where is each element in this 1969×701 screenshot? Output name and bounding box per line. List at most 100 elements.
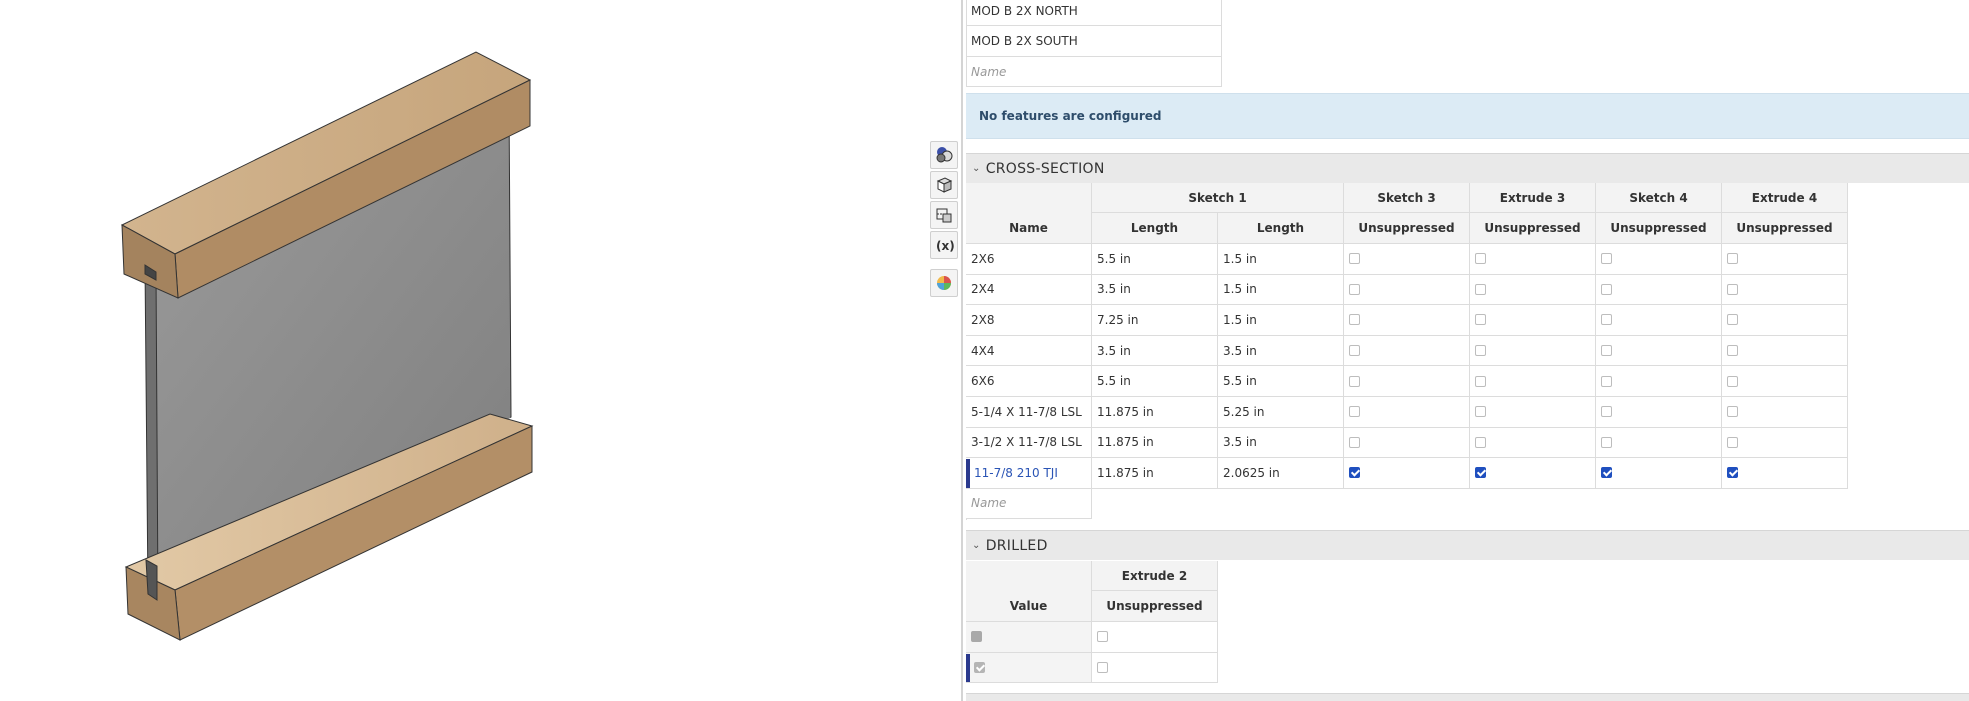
- suppression-checkbox[interactable]: [1349, 467, 1360, 479]
- suppression-cell[interactable]: [1344, 305, 1470, 336]
- suppression-checkbox[interactable]: [1475, 253, 1486, 265]
- length-value-cell[interactable]: 2.0625 in: [1218, 458, 1344, 489]
- suppression-checkbox[interactable]: [1601, 345, 1612, 357]
- suppression-cell[interactable]: [1596, 458, 1722, 489]
- appearance-icon[interactable]: [930, 141, 958, 169]
- row-name-cell[interactable]: 3-1/2 X 11-7/8 LSL: [966, 427, 1092, 459]
- suppression-checkbox[interactable]: [1475, 314, 1486, 326]
- suppression-checkbox[interactable]: [1727, 406, 1738, 418]
- suppression-checkbox[interactable]: [1349, 253, 1360, 265]
- length-value-cell[interactable]: 3.5 in: [1218, 427, 1344, 459]
- row-name-cell[interactable]: 2X4: [966, 274, 1092, 306]
- graphics-viewport[interactable]: [0, 0, 960, 701]
- suppression-checkbox[interactable]: [1475, 436, 1486, 448]
- suppression-checkbox[interactable]: [1601, 467, 1612, 479]
- suppression-cell[interactable]: [1596, 274, 1722, 306]
- suppression-checkbox[interactable]: [1349, 314, 1360, 326]
- suppression-checkbox[interactable]: [1727, 345, 1738, 357]
- name-input[interactable]: Name: [966, 488, 1092, 519]
- suppression-checkbox[interactable]: [1475, 375, 1486, 387]
- render-palette-icon[interactable]: [930, 269, 958, 297]
- suppression-cell[interactable]: [1344, 366, 1470, 397]
- suppression-cell[interactable]: [1596, 244, 1722, 275]
- row-name-cell[interactable]: 2X6: [966, 244, 1092, 275]
- name-input[interactable]: Name: [966, 57, 1222, 87]
- suppression-checkbox[interactable]: [1601, 314, 1612, 326]
- suppression-checkbox[interactable]: [1727, 314, 1738, 326]
- row-name-cell[interactable]: 4X4: [966, 335, 1092, 367]
- suppression-cell[interactable]: [1344, 458, 1470, 489]
- suppression-checkbox[interactable]: [1475, 283, 1486, 295]
- suppression-cell[interactable]: [1596, 427, 1722, 459]
- row-name-cell[interactable]: 2X8: [966, 305, 1092, 336]
- suppression-checkbox[interactable]: [1475, 345, 1486, 357]
- suppression-cell[interactable]: [1722, 305, 1848, 336]
- value-cell[interactable]: [966, 622, 1092, 653]
- length-value-cell[interactable]: 3.5 in: [1092, 274, 1218, 306]
- length-value-cell[interactable]: 11.875 in: [1092, 458, 1218, 489]
- suppression-checkbox[interactable]: [1475, 406, 1486, 418]
- row-name-cell[interactable]: 11-7/8 210 TJI: [966, 458, 1092, 489]
- suppression-checkbox[interactable]: [1601, 436, 1612, 448]
- drilled-header[interactable]: ⌄ DRILLED: [966, 530, 1969, 560]
- suppression-checkbox[interactable]: [1097, 661, 1108, 673]
- suppression-cell[interactable]: [1092, 652, 1218, 683]
- suppression-cell[interactable]: [1470, 366, 1596, 397]
- suppression-cell[interactable]: [1596, 397, 1722, 428]
- suppression-cell[interactable]: [1470, 335, 1596, 367]
- config-row[interactable]: MOD B 2X NORTH: [966, 0, 1222, 26]
- suppression-cell[interactable]: [1596, 305, 1722, 336]
- suppression-cell[interactable]: [1722, 335, 1848, 367]
- suppression-checkbox[interactable]: [1475, 467, 1486, 479]
- section-view-icon[interactable]: [930, 201, 958, 229]
- suppression-checkbox[interactable]: [1727, 436, 1738, 448]
- length-value-cell[interactable]: 3.5 in: [1218, 335, 1344, 367]
- length-value-cell[interactable]: 5.5 in: [1092, 366, 1218, 397]
- suppression-checkbox[interactable]: [1349, 345, 1360, 357]
- length-value-cell[interactable]: 11.875 in: [1092, 427, 1218, 459]
- length-value-cell[interactable]: 5.5 in: [1092, 244, 1218, 275]
- suppression-cell[interactable]: [1470, 427, 1596, 459]
- suppression-checkbox[interactable]: [1349, 406, 1360, 418]
- suppression-checkbox[interactable]: [1601, 375, 1612, 387]
- suppression-cell[interactable]: [1470, 458, 1596, 489]
- length-value-cell[interactable]: 1.5 in: [1218, 274, 1344, 306]
- suppression-cell[interactable]: [1344, 274, 1470, 306]
- suppression-cell[interactable]: [1596, 335, 1722, 367]
- suppression-cell[interactable]: [1092, 622, 1218, 653]
- suppression-cell[interactable]: [1470, 274, 1596, 306]
- suppression-checkbox[interactable]: [1349, 436, 1360, 448]
- suppression-cell[interactable]: [1596, 366, 1722, 397]
- configuration-variable-icon[interactable]: (x): [930, 231, 958, 259]
- next-section-header[interactable]: [966, 693, 1969, 701]
- suppression-checkbox[interactable]: [1727, 283, 1738, 295]
- suppression-checkbox[interactable]: [1349, 283, 1360, 295]
- row-name-cell[interactable]: 6X6: [966, 366, 1092, 397]
- suppression-cell[interactable]: [1470, 305, 1596, 336]
- suppression-cell[interactable]: [1344, 397, 1470, 428]
- suppression-cell[interactable]: [1722, 397, 1848, 428]
- panel-divider[interactable]: [961, 0, 963, 701]
- length-value-cell[interactable]: 5.25 in: [1218, 397, 1344, 428]
- suppression-cell[interactable]: [1470, 244, 1596, 275]
- suppression-checkbox[interactable]: [1601, 406, 1612, 418]
- suppression-cell[interactable]: [1344, 427, 1470, 459]
- suppression-checkbox[interactable]: [1349, 375, 1360, 387]
- view-cube-icon[interactable]: [930, 171, 958, 199]
- suppression-checkbox[interactable]: [1601, 253, 1612, 265]
- length-value-cell[interactable]: 1.5 in: [1218, 244, 1344, 275]
- config-row[interactable]: MOD B 2X SOUTH: [966, 26, 1222, 57]
- cross-section-header[interactable]: ⌄ CROSS-SECTION: [966, 153, 1969, 183]
- suppression-cell[interactable]: [1722, 366, 1848, 397]
- suppression-checkbox[interactable]: [1601, 283, 1612, 295]
- length-value-cell[interactable]: 3.5 in: [1092, 335, 1218, 367]
- row-name-cell[interactable]: 5-1/4 X 11-7/8 LSL: [966, 397, 1092, 428]
- suppression-checkbox[interactable]: [1727, 253, 1738, 265]
- chevron-down-icon[interactable]: ⌄: [972, 163, 981, 174]
- suppression-cell[interactable]: [1722, 427, 1848, 459]
- length-value-cell[interactable]: 7.25 in: [1092, 305, 1218, 336]
- suppression-checkbox[interactable]: [1727, 375, 1738, 387]
- suppression-checkbox[interactable]: [1097, 631, 1108, 643]
- length-value-cell[interactable]: 1.5 in: [1218, 305, 1344, 336]
- suppression-cell[interactable]: [1722, 458, 1848, 489]
